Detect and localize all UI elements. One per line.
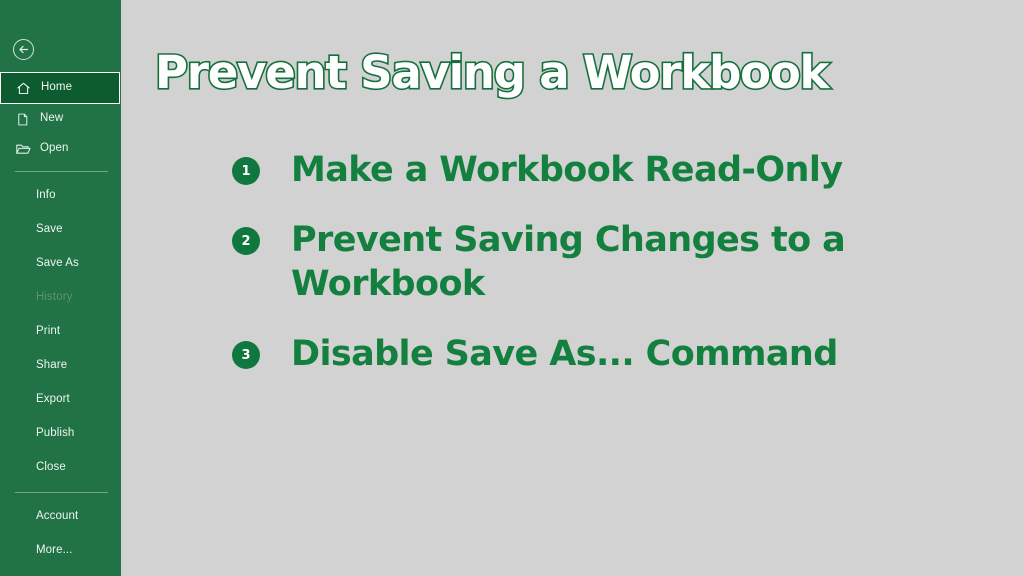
sidebar-item-label: Save As (36, 257, 79, 270)
list-item-number-badge: 3 (232, 341, 260, 370)
list-item: 2 Prevent Saving Changes to a Workbook (232, 218, 1002, 306)
sidebar-item-share[interactable]: Share (0, 349, 121, 383)
sidebar-item-export[interactable]: Export (0, 383, 121, 417)
sidebar-item-label: Publish (36, 427, 75, 440)
sidebar-item-label: Open (40, 142, 69, 155)
sidebar-item-label: Close (36, 461, 66, 474)
sidebar-item-label: Home (41, 81, 73, 94)
sidebar-item-info[interactable]: Info (0, 179, 121, 213)
sidebar-item-more[interactable]: More... (0, 534, 121, 568)
sidebar-item-account[interactable]: Account (0, 500, 121, 534)
sidebar-item-print[interactable]: Print (0, 315, 121, 349)
sidebar-item-publish[interactable]: Publish (0, 417, 121, 451)
sidebar-item-label: Share (36, 359, 68, 372)
back-arrow-icon (17, 43, 30, 56)
sidebar-item-home[interactable]: Home (0, 72, 120, 104)
sidebar-item-label: Export (36, 393, 70, 406)
sidebar-item-save-as[interactable]: Save As (0, 247, 121, 281)
sidebar-item-label: Print (36, 325, 61, 338)
sidebar-item-label: New (40, 112, 64, 125)
sidebar-item-label: More... (36, 544, 73, 557)
list-item: 1 Make a Workbook Read-Only (232, 148, 1002, 192)
backstage-sidebar: Home New Open Info Save Save As History … (0, 0, 121, 576)
back-arrow-button[interactable] (13, 39, 34, 60)
new-file-icon (14, 111, 31, 128)
list-item-label: Prevent Saving Changes to a Workbook (291, 220, 846, 305)
open-folder-icon (14, 141, 31, 158)
sidebar-item-label: History (36, 291, 73, 304)
list-item-label: Make a Workbook Read-Only (291, 150, 843, 190)
sidebar-item-open[interactable]: Open (0, 134, 121, 164)
sidebar-item-label: Info (36, 189, 56, 202)
sidebar-item-save[interactable]: Save (0, 213, 121, 247)
sidebar-divider-top (15, 171, 108, 172)
slide-screen: Home New Open Info Save Save As History … (0, 0, 1024, 576)
sidebar-nav-list: Home New Open Info Save Save As History … (0, 72, 121, 568)
sidebar-item-history: History (0, 281, 121, 315)
slide-content: Prevent Saving a Workbook 1 Make a Workb… (121, 0, 1024, 576)
sidebar-item-label: Account (36, 510, 79, 523)
list-item-number-badge: 1 (232, 157, 260, 185)
sidebar-item-close[interactable]: Close (0, 451, 121, 485)
numbered-topic-list: 1 Make a Workbook Read-Only 2 Prevent Sa… (232, 148, 1002, 376)
list-item-number-badge: 2 (232, 227, 260, 256)
home-icon (15, 80, 32, 97)
list-item-label: Disable Save As... Command (291, 334, 838, 375)
sidebar-item-label: Save (36, 223, 63, 236)
page-title: Prevent Saving a Workbook (153, 46, 831, 99)
sidebar-divider-bottom (15, 492, 108, 493)
sidebar-item-new[interactable]: New (0, 104, 121, 134)
list-item: 3 Disable Save As... Command (232, 332, 1002, 376)
